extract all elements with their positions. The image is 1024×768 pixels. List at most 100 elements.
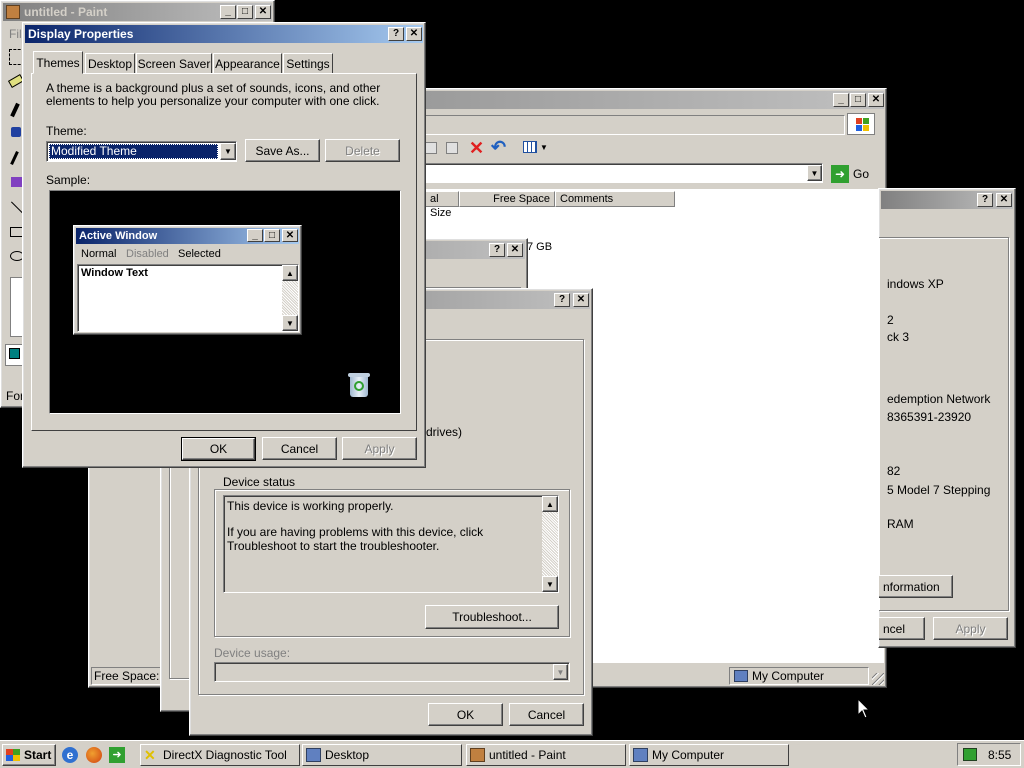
- ram-text: RAM: [887, 517, 914, 531]
- registered-org-text: edemption Network: [887, 392, 991, 406]
- device-status-scrollbar[interactable]: ▲ ▼: [542, 496, 558, 592]
- background-dialog-help-button[interactable]: ?: [489, 243, 505, 257]
- delete-icon[interactable]: ✕: [469, 138, 484, 159]
- tab-settings[interactable]: Settings: [283, 53, 333, 73]
- start-button[interactable]: Start: [2, 744, 56, 766]
- column-total-size[interactable]: al Size: [425, 191, 459, 219]
- theme-dropdown-arrow-icon[interactable]: ▼: [220, 143, 236, 160]
- quick-launch-show-desktop-icon[interactable]: ➜: [109, 747, 125, 763]
- system-cancel-button[interactable]: ncel: [879, 617, 925, 640]
- scroll-up-arrow-icon[interactable]: ▲: [542, 496, 558, 512]
- scroll-down-arrow-icon[interactable]: ▼: [542, 576, 558, 592]
- sample-menu-normal: Normal: [81, 248, 117, 260]
- troubleshoot-button[interactable]: Troubleshoot...: [425, 605, 559, 629]
- paint-menu-file[interactable]: Fil: [9, 27, 22, 41]
- views-icon[interactable]: [523, 141, 537, 153]
- tray-network-icon[interactable]: [963, 748, 977, 761]
- go-arrow-icon: ➜: [831, 165, 849, 183]
- os-name-text: indows XP: [887, 277, 944, 291]
- drive-size-cell: 7 GB: [527, 241, 553, 253]
- system-properties-close-button[interactable]: ✕: [996, 193, 1012, 207]
- my-computer-close-button[interactable]: ✕: [868, 93, 884, 107]
- taskbar-item-desktop[interactable]: Desktop: [302, 744, 462, 766]
- go-button[interactable]: ➜ Go: [831, 164, 869, 184]
- display-properties-help-button[interactable]: ?: [388, 27, 404, 41]
- desktop-icon: [306, 748, 321, 762]
- pencil2-tool-icon[interactable]: [10, 151, 19, 165]
- tab-desktop[interactable]: Desktop: [85, 53, 135, 73]
- theme-label: Theme:: [46, 124, 87, 138]
- copy-to-icon[interactable]: [425, 142, 437, 154]
- delete-button[interactable]: Delete: [325, 139, 400, 162]
- system-apply-button[interactable]: Apply: [933, 617, 1008, 640]
- paint-minimize-button[interactable]: _: [220, 5, 236, 19]
- sample-scroll-down-icon: ▼: [282, 315, 298, 331]
- mouse-cursor-icon: [858, 699, 870, 719]
- device-usage-select[interactable]: ▼: [214, 662, 570, 682]
- system-properties-title-bar[interactable]: [881, 191, 1013, 209]
- save-as-button[interactable]: Save As...: [245, 139, 320, 162]
- display-properties-title: Display Properties: [28, 27, 134, 41]
- device-status-line2: If you are having problems with this dev…: [227, 525, 484, 553]
- display-properties-title-bar[interactable]: Display Properties: [25, 25, 423, 43]
- my-computer-minimize-button[interactable]: _: [833, 93, 849, 107]
- paint-app-icon: [6, 5, 20, 19]
- tab-settings-label: Settings: [286, 56, 330, 71]
- device-usage-dropdown-arrow-icon[interactable]: ▼: [553, 664, 568, 680]
- system-cancel-label: ncel: [883, 621, 906, 636]
- paint-close-button[interactable]: ✕: [255, 5, 271, 19]
- tab-themes[interactable]: Themes: [33, 51, 83, 74]
- sample-label: Sample:: [46, 173, 91, 187]
- save-as-label: Save As...: [255, 143, 310, 158]
- background-dialog-close-button[interactable]: ✕: [507, 243, 523, 257]
- sample-scroll-up-icon: ▲: [282, 265, 298, 281]
- display-cancel-button[interactable]: Cancel: [262, 437, 337, 460]
- address-dropdown-button[interactable]: ▼: [807, 165, 822, 181]
- taskbar-item-desktop-label: Desktop: [325, 748, 370, 762]
- device-usage-label: Device usage:: [214, 646, 291, 660]
- column-free-space[interactable]: Free Space: [459, 191, 555, 207]
- status-free-space: Free Space: 8: [94, 669, 170, 683]
- tray-clock[interactable]: 8:55: [988, 748, 1011, 762]
- more-information-button[interactable]: nformation: [879, 575, 953, 598]
- theme-sample-preview: Active Window _ □ ✕ Normal Disabled Sele…: [49, 190, 401, 414]
- tab-themes-label: Themes: [36, 55, 80, 70]
- brush-tool-icon[interactable]: [11, 127, 21, 137]
- start-windows-logo-icon: [6, 749, 20, 761]
- paint-title: untitled - Paint: [24, 5, 108, 19]
- device-status-textbox: This device is working properly. If you …: [223, 495, 559, 593]
- display-cancel-label: Cancel: [280, 441, 319, 456]
- resize-grip-icon[interactable]: [872, 673, 884, 685]
- display-properties-close-button[interactable]: ✕: [406, 27, 422, 41]
- device-ok-button[interactable]: OK: [428, 703, 503, 726]
- taskbar-item-my-computer[interactable]: My Computer: [629, 744, 789, 766]
- display-properties-window: Display Properties ? ✕ Themes Desktop Sc…: [22, 22, 426, 468]
- my-computer-maximize-button[interactable]: □: [850, 93, 866, 107]
- device-properties-help-button[interactable]: ?: [554, 293, 570, 307]
- pencil-tool-icon[interactable]: [10, 102, 20, 118]
- device-cancel-button[interactable]: Cancel: [509, 703, 584, 726]
- undo-icon[interactable]: ↶: [491, 137, 506, 158]
- tab-appearance[interactable]: Appearance: [213, 53, 282, 73]
- display-ok-button[interactable]: OK: [181, 437, 256, 461]
- system-properties-help-button[interactable]: ?: [977, 193, 993, 207]
- device-properties-close-button[interactable]: ✕: [573, 293, 589, 307]
- column-comments[interactable]: Comments: [555, 191, 675, 207]
- quick-launch-firefox-icon[interactable]: [86, 747, 102, 763]
- paint-maximize-button[interactable]: □: [237, 5, 253, 19]
- quick-launch-ie-icon[interactable]: e: [62, 747, 78, 763]
- display-apply-button[interactable]: Apply: [342, 437, 417, 460]
- address-input[interactable]: [419, 163, 823, 183]
- taskbar-item-paint[interactable]: untitled - Paint: [466, 744, 626, 766]
- sample-close-icon: ✕: [282, 229, 298, 242]
- theme-select[interactable]: Modified Theme ▼: [46, 141, 237, 162]
- move-to-icon[interactable]: [446, 142, 458, 154]
- tab-screen-saver[interactable]: Screen Saver: [136, 53, 212, 73]
- my-computer-icon: [633, 748, 648, 762]
- taskbar-item-directx[interactable]: ✕ DirectX Diagnostic Tool: [140, 744, 300, 766]
- views-dropdown-arrow-icon[interactable]: ▼: [540, 143, 548, 152]
- sample-text-area: Window Text ▲ ▼: [77, 264, 299, 332]
- theme-description: A theme is a background plus a set of so…: [46, 81, 381, 108]
- sample-menu-disabled: Disabled: [126, 248, 169, 260]
- device-location-text: drives): [426, 425, 463, 439]
